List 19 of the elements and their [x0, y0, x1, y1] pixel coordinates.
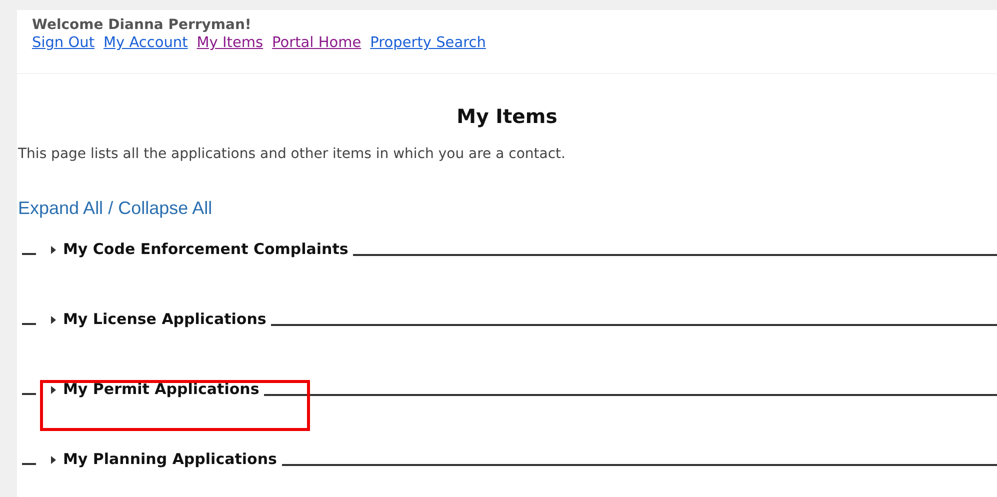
caret-right-icon[interactable] — [50, 385, 56, 395]
section-toggle[interactable]: My Permit Applications — [63, 379, 260, 399]
welcome-text: Welcome Dianna Perryman! — [32, 17, 252, 34]
expand-all-link[interactable]: Expand All — [18, 195, 104, 222]
separator-text: / — [108, 197, 114, 220]
page-title: My Items — [456, 104, 558, 130]
nav-link[interactable]: My Account — [104, 34, 188, 52]
caret-right-icon[interactable] — [50, 455, 56, 465]
page-description: This page lists all the applications and other items in which you are a contact. — [18, 145, 566, 164]
nav-link[interactable]: My Items — [196, 34, 264, 52]
nav-link[interactable]: Portal Home — [272, 34, 362, 52]
caret-right-icon[interactable] — [50, 315, 56, 325]
section-toggle[interactable]: My Planning Applications — [63, 449, 277, 469]
caret-right-icon[interactable] — [50, 245, 56, 255]
nav-link[interactable]: Property Search — [370, 34, 486, 52]
collapse-all-link[interactable]: Collapse All — [118, 195, 212, 222]
nav-link[interactable]: Sign Out — [32, 34, 95, 52]
section-toggle[interactable]: My Code Enforcement Complaints — [63, 239, 348, 259]
section-toggle[interactable]: My License Applications — [63, 309, 266, 329]
